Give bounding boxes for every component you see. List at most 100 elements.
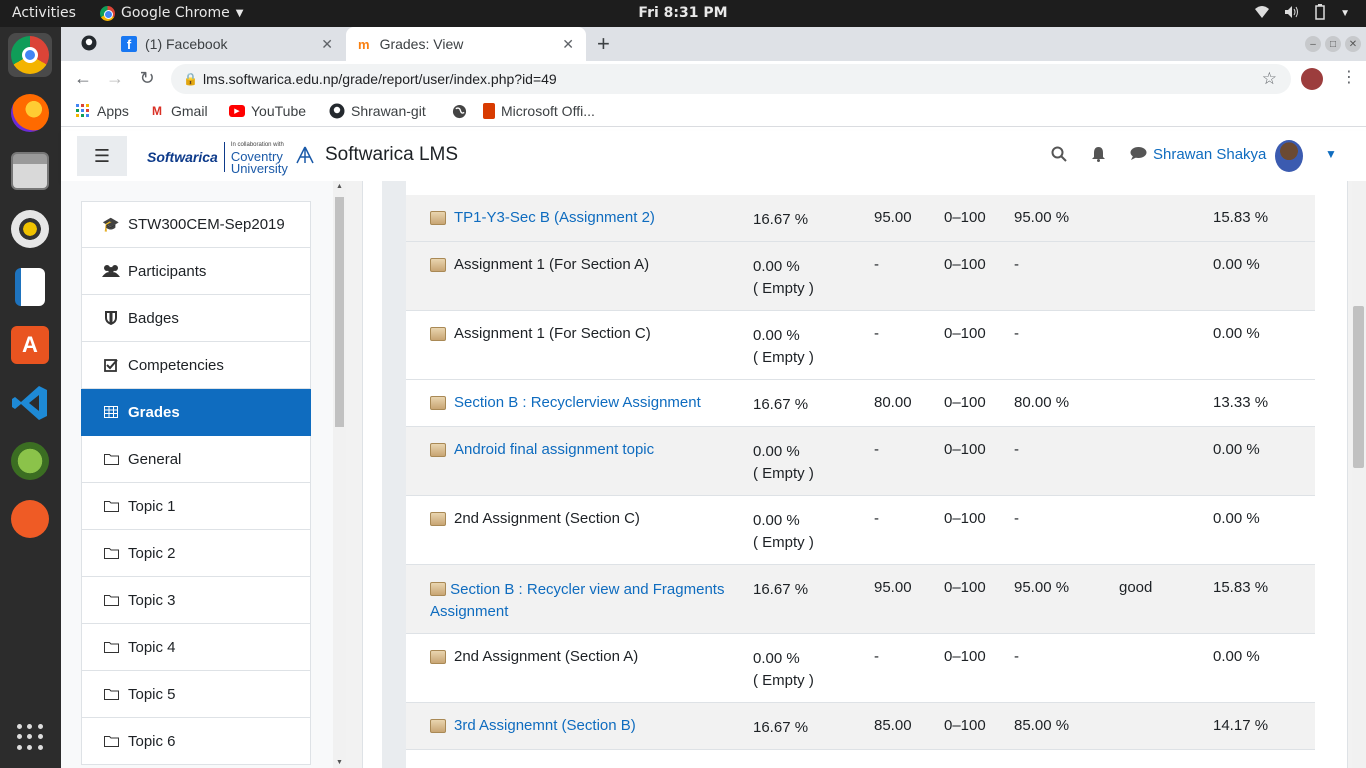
bookmark-apps[interactable]: Apps — [75, 103, 129, 119]
grade-item[interactable]: Section B : Recyclerview Assignment — [430, 394, 701, 411]
grade-item[interactable]: TP1-Y3-Sec B (Assignment 2) — [430, 209, 655, 226]
site-name[interactable]: Softwarica LMS — [325, 144, 458, 166]
dock-writer[interactable] — [8, 265, 52, 309]
assignment-icon — [430, 719, 446, 733]
new-tab-button[interactable]: + — [597, 31, 610, 57]
youtube-icon: ▶ — [229, 105, 245, 117]
search-icon[interactable] — [1051, 146, 1067, 167]
minimize-button[interactable]: – — [1305, 36, 1321, 52]
nav-drawer-toggle[interactable]: ☰ — [77, 136, 127, 176]
weight-cell: 16.67 % — [753, 717, 808, 739]
system-top-bar: Activities Google Chrome ▼ Fri 8:31 PM ▼ — [0, 0, 1366, 27]
dock-chrome[interactable] — [8, 33, 52, 77]
nav-item-topic-4[interactable]: Topic 4 — [81, 624, 311, 671]
bell-icon[interactable] — [1091, 146, 1106, 167]
range-cell: 0–100 — [944, 256, 986, 273]
percentage-cell: - — [1014, 325, 1019, 342]
grade-cell: - — [874, 256, 879, 273]
grade-item-link[interactable]: Section B : Recycler view and Fragments … — [430, 581, 724, 620]
grade-cell: - — [874, 325, 879, 342]
dock-firefox[interactable] — [8, 91, 52, 135]
chevron-down-icon[interactable]: ▼ — [1325, 147, 1337, 161]
tab-facebook[interactable]: f (1) Facebook ✕ — [109, 27, 345, 61]
forward-button[interactable]: → — [103, 68, 127, 89]
assignment-icon — [430, 258, 446, 272]
dock: A — [0, 27, 61, 768]
dock-postman[interactable] — [8, 497, 52, 541]
software-center-icon: A — [11, 326, 49, 364]
bookmark-shrawan-git[interactable]: Shrawan-git — [329, 103, 426, 119]
maximize-button[interactable]: □ — [1325, 36, 1341, 52]
weight-value: 0.00 % — [753, 258, 800, 275]
drawer-scrollbar[interactable]: ▲ ▼ — [333, 181, 346, 768]
dock-rhythmbox[interactable] — [8, 207, 52, 251]
user-menu-name[interactable]: Shrawan Shakya — [1153, 146, 1266, 163]
assignment-icon — [430, 396, 446, 410]
dock-software[interactable]: A — [8, 323, 52, 367]
nav-item-general[interactable]: General — [81, 436, 311, 483]
back-button[interactable]: ← — [71, 68, 95, 89]
grade-item-link[interactable]: Android final assignment topic — [454, 441, 654, 458]
nav-item-topic-3[interactable]: Topic 3 — [81, 577, 311, 624]
page-scrollbar[interactable] — [1352, 181, 1366, 768]
bookmark-microsoft-office[interactable]: Microsoft Offi... — [483, 103, 595, 119]
nav-item-participants[interactable]: Participants — [81, 248, 311, 295]
nav-item-label: Topic 2 — [128, 544, 176, 562]
address-bar[interactable]: 🔒 lms.softwarica.edu.np/grade/report/use… — [171, 64, 1291, 94]
nav-item-badges[interactable]: Badges — [81, 295, 311, 342]
nav-item-label: Badges — [128, 309, 179, 327]
grade-item-link[interactable]: 3rd Assignemnt (Section B) — [454, 717, 636, 734]
clock[interactable]: Fri 8:31 PM — [0, 5, 1366, 21]
bookmark-star-icon[interactable]: ☆ — [1262, 69, 1277, 89]
tab-grades[interactable]: m Grades: View ✕ — [346, 27, 586, 61]
grade-item: Assignment 1 (For Section A) — [430, 256, 649, 273]
close-icon[interactable]: ✕ — [321, 36, 333, 53]
nav-item-topic-2[interactable]: Topic 2 — [81, 530, 311, 577]
facebook-icon: f — [121, 36, 137, 52]
logo-divider — [223, 142, 225, 172]
user-avatar[interactable] — [1275, 140, 1303, 172]
tab-github[interactable] — [69, 27, 109, 61]
percentage-cell: - — [1014, 510, 1019, 527]
system-tray[interactable]: ▼ — [1254, 4, 1350, 23]
table-row: 2nd Assignment (Section C) 0.00 % ( Empt… — [406, 496, 1315, 565]
grade-item[interactable]: Section B : Recycler view and Fragments … — [430, 579, 740, 623]
dock-files[interactable] — [8, 149, 52, 193]
grade-item-link[interactable]: Section B : Recyclerview Assignment — [454, 394, 701, 411]
nav-item-topic-1[interactable]: Topic 1 — [81, 483, 311, 530]
reload-button[interactable]: ↻ — [135, 68, 159, 89]
toolbar: ← → ↻ 🔒 lms.softwarica.edu.np/grade/repo… — [61, 61, 1366, 97]
nav-item-label: Topic 3 — [128, 591, 176, 609]
nav-item-topic-5[interactable]: Topic 5 — [81, 671, 311, 718]
close-icon[interactable]: ✕ — [562, 36, 574, 53]
dock-android-studio[interactable] — [8, 439, 52, 483]
close-window-button[interactable]: ✕ — [1345, 36, 1361, 52]
nav-item-competencies[interactable]: Competencies — [81, 342, 311, 389]
empty-label: ( Empty ) — [753, 465, 814, 482]
scroll-down-icon[interactable]: ▼ — [336, 759, 343, 766]
browser-menu-icon[interactable]: ⋮ — [1341, 67, 1357, 87]
drawer-scrollbar-thumb[interactable] — [335, 197, 344, 427]
grade-item[interactable]: Android final assignment topic — [430, 441, 654, 458]
coventry-logo-text: In collaboration with Coventry Universit… — [231, 139, 288, 175]
bookmark-gmail[interactable]: M Gmail — [149, 103, 208, 119]
dock-vscode[interactable] — [8, 381, 52, 425]
grade-item[interactable]: 3rd Assignemnt (Section B) — [430, 717, 636, 734]
empty-label: ( Empty ) — [753, 534, 814, 551]
page-scrollbar-thumb[interactable] — [1353, 306, 1364, 468]
bookmark-globe[interactable] — [451, 103, 473, 119]
percentage-cell: 95.00 % — [1014, 209, 1070, 226]
partner-line2: University — [230, 161, 288, 176]
scroll-up-icon[interactable]: ▲ — [336, 183, 343, 190]
nav-item-topic-6[interactable]: Topic 6 — [81, 718, 311, 765]
vscode-icon — [11, 384, 49, 422]
nav-item-course[interactable]: 🎓 STW300CEM-Sep2019 — [81, 201, 311, 248]
nav-item-grades[interactable]: Grades — [81, 389, 311, 436]
assignment-icon — [430, 211, 446, 225]
message-icon[interactable] — [1130, 146, 1147, 167]
bookmark-youtube[interactable]: ▶ YouTube — [229, 103, 306, 119]
show-applications-button[interactable] — [8, 715, 52, 759]
profile-avatar[interactable] — [1301, 68, 1323, 90]
grade-item-link[interactable]: TP1-Y3-Sec B (Assignment 2) — [454, 209, 655, 226]
site-logo[interactable]: Softwarica In collaboration with Coventr… — [147, 139, 316, 175]
